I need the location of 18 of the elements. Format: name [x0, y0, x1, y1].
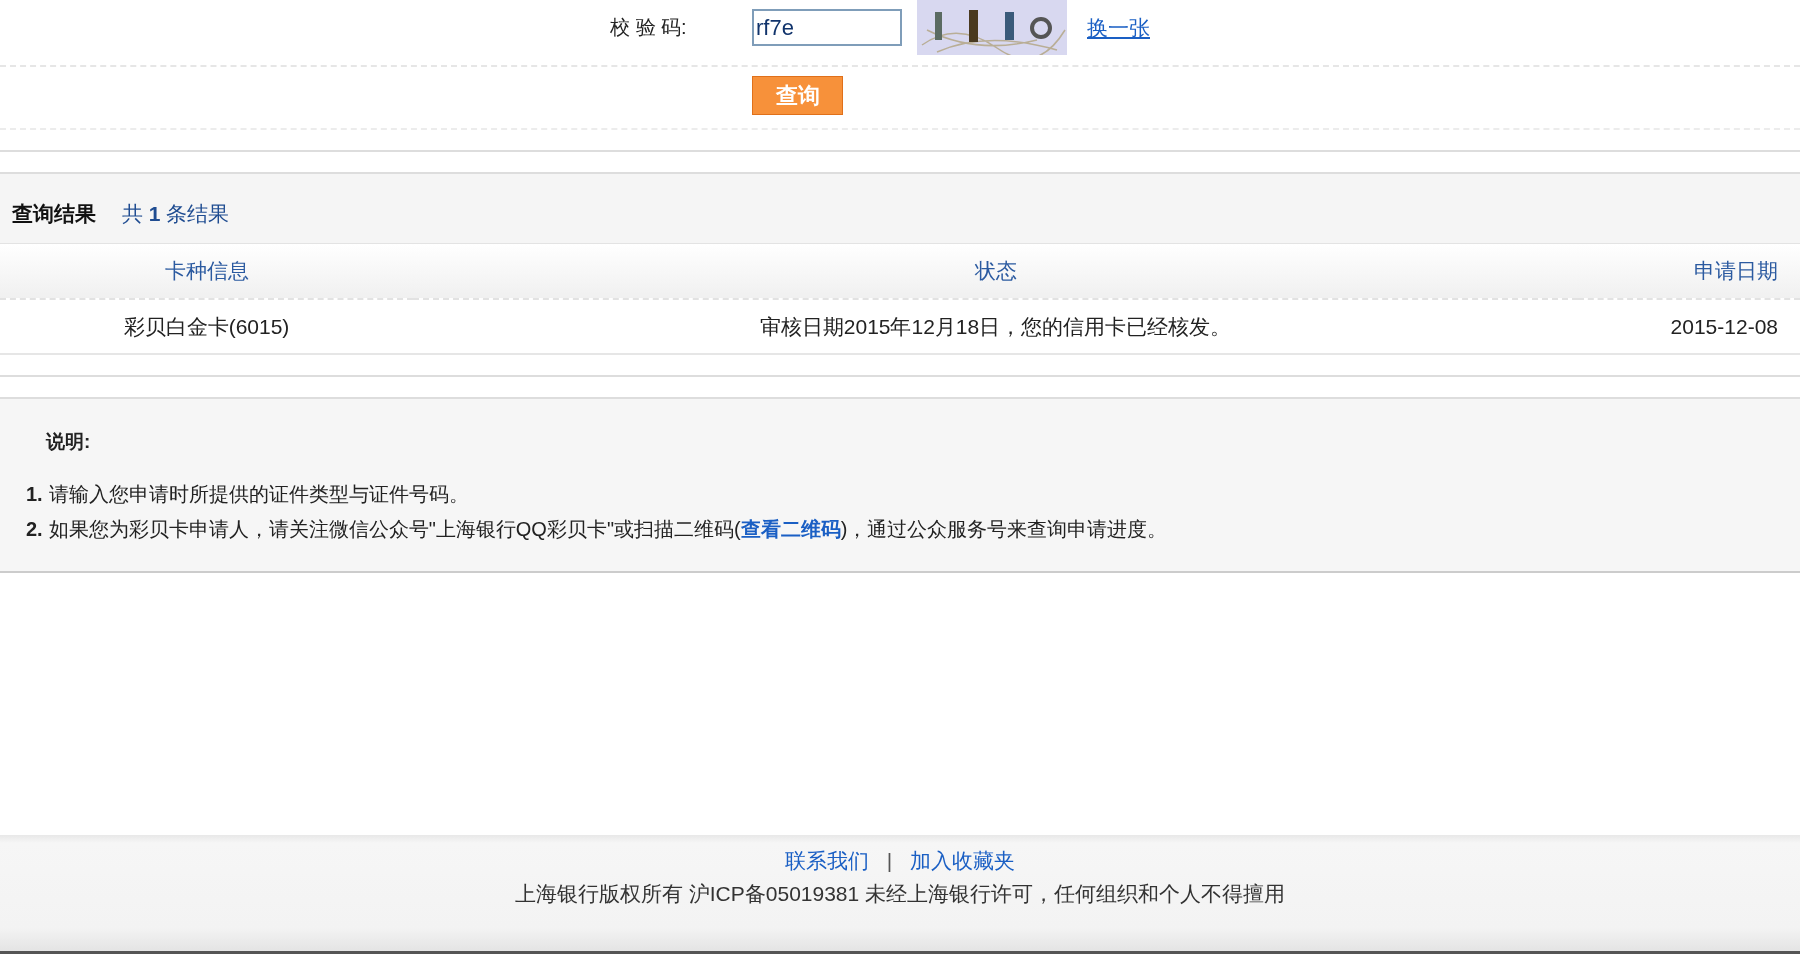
footer-link[interactable]: 联系我们	[784, 845, 869, 877]
verification-code-field[interactable]: rf7e	[752, 9, 902, 46]
list-number: 2.	[26, 517, 43, 542]
note-text: 如果您为彩贝卡申请人，请关注微信公众号"上海银行QQ彩贝卡"或扫描二维码(查看二维码)，通过公众服务号来查询申请进度。	[48, 517, 1168, 542]
list-number: 1.	[26, 482, 43, 507]
notes-title: 说明:	[46, 430, 92, 454]
link-separator: |	[886, 848, 893, 874]
result-count: 共 1 条结果	[122, 200, 230, 227]
footer-link[interactable]: 加入收藏夹	[910, 845, 1016, 877]
table-cell: 彩贝白金卡(6015)	[0, 300, 413, 355]
table-cell: 2015-12-08	[1578, 300, 1800, 355]
results-title: 查询结果	[12, 200, 96, 227]
qr-code-link[interactable]: 查看二维码	[740, 518, 841, 540]
table-cell: 审核日期2015年12月18日，您的信用卡已经核发。	[413, 300, 1578, 355]
copyright-text: 上海银行版权所有 沪ICP备05019381 未经上海银行许可，任何组织和个人不得擅用	[513, 881, 1287, 907]
refresh-captcha-link[interactable]: 换一张	[1087, 13, 1150, 42]
field-label: 校 验 码:	[610, 15, 688, 40]
note-text: 请输入您申请时所提供的证件类型与证件号码。	[48, 482, 469, 507]
